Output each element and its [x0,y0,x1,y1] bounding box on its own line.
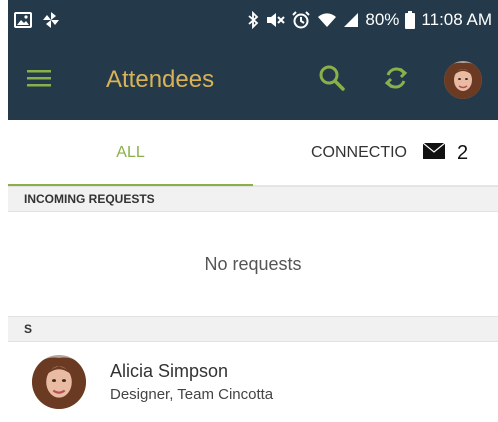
pinwheel-icon [42,10,60,30]
empty-requests-text: No requests [204,253,302,274]
tab-all-label: ALL [116,144,145,161]
page-title: Attendees [106,66,215,93]
battery-icon [405,10,416,30]
left-edge-strip [0,0,8,422]
alarm-icon [291,10,311,30]
avatar [444,61,482,99]
search-button[interactable] [300,40,364,120]
app-bar-actions [300,40,498,120]
messages-badge: 2 [422,142,469,165]
battery-percent: 80% [365,10,400,29]
mute-icon [265,10,286,30]
envelope-icon [422,142,446,164]
section-header-letter: S [8,316,498,342]
tab-bar: ALL CONNECTIO 2 [8,120,498,187]
tab-all[interactable]: ALL [8,120,253,187]
status-time: 11:08 AM [421,10,492,29]
refresh-button[interactable] [364,40,428,120]
app-screen: 80% 11:08 AM Attendees ALL CONNECTIO 2 I… [0,0,498,422]
attendee-name: Alicia Simpson [110,361,229,381]
attendee-list-item[interactable]: Alicia Simpson Designer, Team Cincotta [8,342,498,422]
status-left-icons [8,10,60,30]
status-bar: 80% 11:08 AM [8,0,498,40]
section-header-incoming-requests: INCOMING REQUESTS [8,186,498,212]
badge-count: 2 [457,142,469,164]
attendee-text: Alicia Simpson Designer, Team Cincotta [110,361,273,403]
menu-button[interactable] [8,40,70,120]
app-bar: Attendees [8,40,498,120]
signal-icon [343,10,359,30]
hamburger-menu-icon [27,69,51,92]
wifi-icon [317,10,337,30]
refresh-icon [382,64,410,97]
bluetooth-icon [247,10,259,30]
profile-avatar-button[interactable] [428,40,498,120]
tab-connections[interactable]: CONNECTIO 2 [253,120,498,186]
search-icon [318,64,346,97]
status-right-icons: 80% 11:08 AM [247,10,498,30]
image-icon [14,10,32,30]
avatar [32,355,86,409]
attendee-role: Designer, Team Cincotta [110,386,274,403]
tab-connections-label: CONNECTIO [311,144,407,161]
